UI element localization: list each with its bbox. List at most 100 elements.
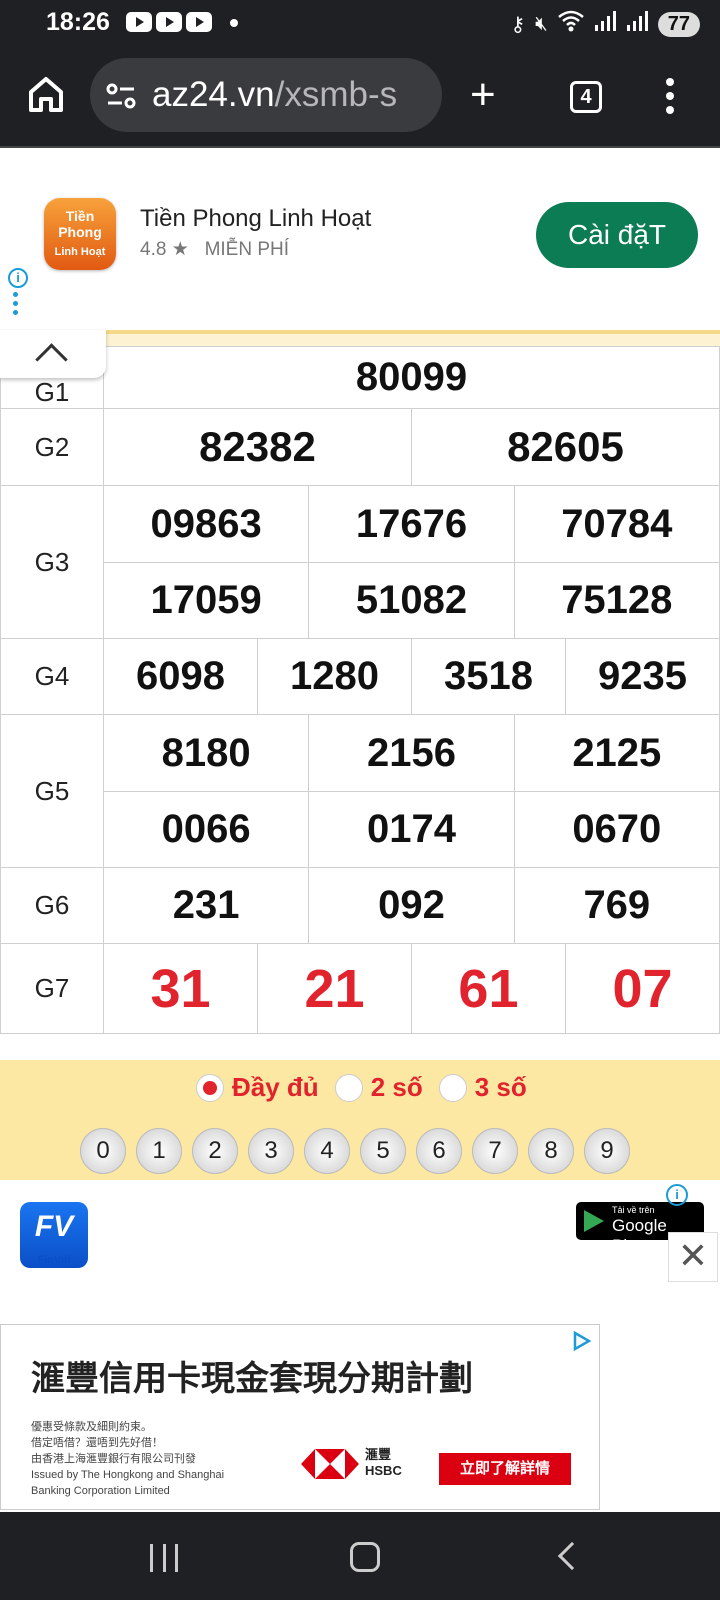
table-row: 0066 0174 0670 bbox=[1, 791, 720, 868]
prize-number: 82382 bbox=[103, 408, 412, 486]
prize-label: G7 bbox=[0, 943, 104, 1034]
prize-number: 769 bbox=[513, 867, 720, 944]
status-time: 18:26 bbox=[46, 8, 110, 36]
radio-icon[interactable] bbox=[334, 1073, 363, 1102]
app-price: MIỄN PHÍ bbox=[204, 239, 290, 260]
digit-button[interactable]: 2 bbox=[192, 1128, 238, 1174]
address-bar[interactable]: az24.vn/xsmb-s bbox=[90, 58, 442, 132]
app-rating: 4.8 ★ bbox=[140, 239, 189, 260]
prize-number: 0174 bbox=[308, 791, 515, 868]
google-play-icon bbox=[584, 1210, 604, 1232]
table-row: G7 31 21 61 07 bbox=[0, 943, 720, 1034]
finvui-logo-label: FinVui bbox=[37, 1254, 71, 1266]
signal-icon bbox=[594, 10, 616, 38]
option-full[interactable]: Đầy đủ bbox=[196, 1072, 319, 1103]
table-row: G6 231 092 769 bbox=[0, 867, 720, 944]
table-row: G5 8180 2156 2125 bbox=[0, 714, 720, 868]
signal-icon bbox=[626, 10, 648, 38]
digit-button[interactable]: 6 bbox=[416, 1128, 462, 1174]
system-status-icons: ⚷ 🔇︎ 77 bbox=[510, 10, 700, 38]
prize-label: G3 bbox=[0, 485, 104, 639]
home-icon bbox=[29, 77, 63, 112]
app-install-ad: Tiền Phong Linh Hoạt Tiền Phong Linh Hoạ… bbox=[0, 150, 720, 330]
prize-number: 0066 bbox=[102, 791, 310, 868]
new-tab-button[interactable]: + bbox=[470, 73, 496, 117]
digit-button[interactable]: 9 bbox=[584, 1128, 630, 1174]
option-2-digits[interactable]: 2 số bbox=[334, 1072, 423, 1103]
youtube-notification-icon bbox=[156, 12, 182, 32]
hsbc-logo-icon bbox=[301, 1449, 359, 1479]
prize-number: 51082 bbox=[308, 562, 515, 639]
app-name[interactable]: Tiền Phong Linh Hoạt bbox=[140, 205, 371, 233]
browser-toolbar: az24.vn/xsmb-s + 4 bbox=[0, 48, 720, 148]
table-row: G3 09863 17676 70784 bbox=[0, 485, 720, 639]
ad-options-icon[interactable] bbox=[13, 292, 19, 319]
close-ad-button[interactable]: ✕ bbox=[668, 1232, 718, 1282]
adchoices-icon[interactable] bbox=[571, 1331, 591, 1351]
digit-button[interactable]: 0 bbox=[80, 1128, 126, 1174]
url-host: az24.vn bbox=[152, 75, 275, 114]
youtube-notification-icon bbox=[186, 12, 212, 32]
collapse-ad-button[interactable] bbox=[0, 330, 106, 378]
digit-button[interactable]: 8 bbox=[528, 1128, 574, 1174]
display-mode-options: Đầy đủ 2 số 3 số bbox=[196, 1072, 527, 1103]
prize-number: 9235 bbox=[564, 638, 720, 715]
mute-icon: 🔇︎ bbox=[535, 12, 548, 35]
home-button[interactable] bbox=[26, 74, 66, 114]
hsbc-ad-container: 滙豐信用卡現金套現分期計劃 優惠受條款及細則約束。 借定唔借？還唔到先好借！ 由… bbox=[0, 1288, 720, 1512]
tab-switcher-button[interactable]: 4 bbox=[570, 81, 602, 113]
app-meta: 4.8 ★ MIỄN PHÍ bbox=[140, 238, 289, 261]
prize-number: 80099 bbox=[103, 346, 720, 409]
ad-info-icon[interactable]: i bbox=[8, 268, 28, 288]
finvui-ad[interactable]: FV FinVui Tải về trên Google Play i ✕ bbox=[0, 1180, 720, 1288]
hsbc-brand: 滙豐 HSBC bbox=[365, 1447, 402, 1478]
youtube-notification-icon bbox=[126, 12, 152, 32]
number-filter: Đầy đủ 2 số 3 số 0 1 2 3 4 5 6 7 8 9 bbox=[0, 1060, 720, 1180]
prize-label: G4 bbox=[0, 638, 104, 715]
ad-fine-print: 優惠受條款及細則約束。 借定唔借？還唔到先好借！ 由香港上海滙豐銀行有限公司刊發… bbox=[31, 1421, 225, 1497]
ad-cta-button[interactable]: 立即了解詳情 bbox=[439, 1453, 571, 1485]
prize-number: 2156 bbox=[308, 714, 515, 792]
site-settings-icon[interactable] bbox=[106, 82, 136, 110]
prize-number: 61 bbox=[410, 943, 566, 1034]
prize-number: 8180 bbox=[102, 714, 310, 792]
digit-button[interactable]: 7 bbox=[472, 1128, 518, 1174]
home-nav-button[interactable] bbox=[350, 1542, 380, 1572]
url-text: az24.vn/xsmb-s bbox=[152, 75, 397, 115]
status-bar: 18:26 ⚷ 🔇︎ 77 bbox=[0, 0, 720, 48]
digit-button[interactable]: 4 bbox=[304, 1128, 350, 1174]
table-row: G2 82382 82605 bbox=[0, 408, 720, 486]
prize-number: 07 bbox=[564, 943, 720, 1034]
ad-info-icon[interactable]: i bbox=[666, 1184, 688, 1206]
prize-number: 09863 bbox=[102, 485, 310, 563]
digit-button[interactable]: 3 bbox=[248, 1128, 294, 1174]
digit-button[interactable]: 5 bbox=[360, 1128, 406, 1174]
hsbc-banner-ad[interactable]: 滙豐信用卡現金套現分期計劃 優惠受條款及細則約束。 借定唔借？還唔到先好借！ 由… bbox=[0, 1324, 600, 1510]
option-3-digits[interactable]: 3 số bbox=[438, 1072, 527, 1103]
prize-number: 17059 bbox=[102, 562, 310, 639]
prize-number: 3518 bbox=[410, 638, 566, 715]
recents-button[interactable] bbox=[150, 1544, 178, 1572]
wifi-icon bbox=[557, 10, 584, 38]
prize-number: 17676 bbox=[308, 485, 515, 563]
install-button[interactable]: Cài đặT bbox=[536, 202, 698, 268]
prize-number: 1280 bbox=[256, 638, 412, 715]
prize-number: 21 bbox=[256, 943, 412, 1034]
system-navigation-bar bbox=[0, 1512, 720, 1600]
prize-number: 75128 bbox=[513, 562, 720, 639]
back-button[interactable] bbox=[557, 1541, 587, 1571]
table-row: 17059 51082 75128 bbox=[1, 562, 720, 639]
url-path: /xsmb-s bbox=[274, 75, 398, 114]
results-table: G1 80099 G2 82382 82605 G3 09863 17676 7… bbox=[0, 346, 720, 1034]
digit-button[interactable]: 1 bbox=[136, 1128, 182, 1174]
ad-headline: 滙豐信用卡現金套現分期計劃 bbox=[31, 1360, 473, 1398]
prize-label: G6 bbox=[0, 867, 104, 944]
lottery-results: G1 80099 G2 82382 82605 G3 09863 17676 7… bbox=[0, 330, 720, 1034]
radio-icon[interactable] bbox=[438, 1073, 467, 1102]
prize-number: 6098 bbox=[103, 638, 258, 715]
prize-label: G2 bbox=[0, 408, 104, 486]
browser-menu-button[interactable] bbox=[664, 78, 676, 114]
key-icon: ⚷ bbox=[510, 13, 526, 36]
app-logo[interactable]: Tiền Phong Linh Hoạt bbox=[44, 198, 116, 270]
radio-selected-icon[interactable] bbox=[196, 1073, 224, 1102]
